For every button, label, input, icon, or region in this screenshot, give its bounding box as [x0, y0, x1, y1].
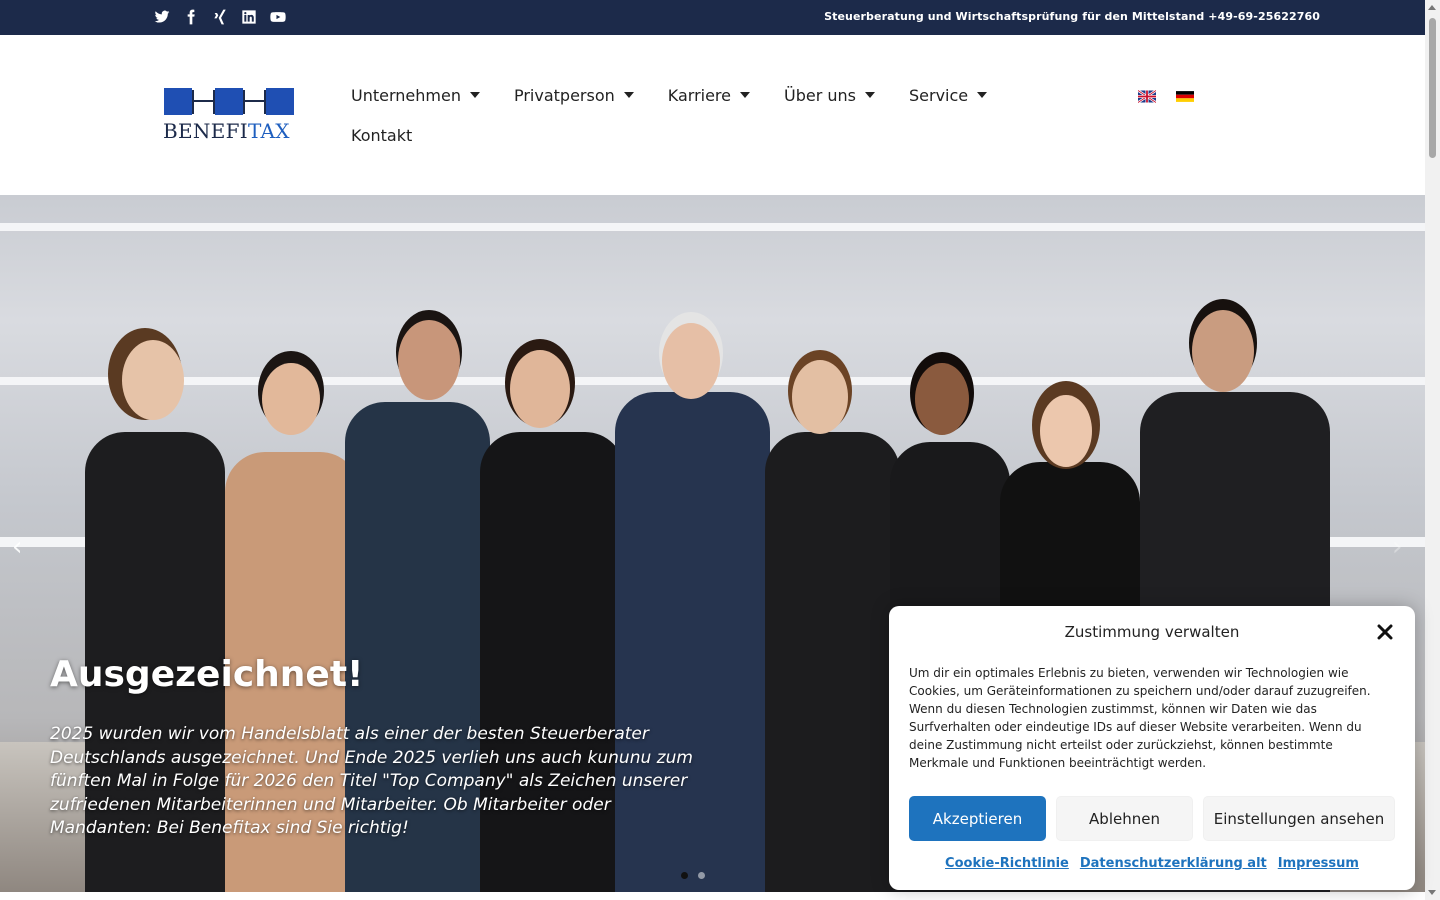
page: Steuerberatung und Wirtschaftsprüfung fü…: [0, 0, 1440, 900]
cookie-dialog-title: Zustimmung verwalten: [1064, 623, 1240, 641]
head: [122, 340, 184, 420]
slider-dot[interactable]: [681, 872, 688, 879]
site-header: BENEFITAX Unternehmen Privatperson Karri…: [0, 35, 1425, 195]
benefitax-logo[interactable]: BENEFITAX: [163, 87, 295, 143]
head: [662, 323, 720, 399]
social-links: [154, 9, 286, 25]
nav-label: Karriere: [667, 85, 731, 105]
logo-text-benefi: BENEFI: [163, 119, 248, 143]
linkedin-icon[interactable]: [241, 9, 257, 25]
view-settings-button[interactable]: Einstellungen ansehen: [1203, 796, 1395, 841]
logo-mark: [164, 88, 294, 115]
nav-label: Unternehmen: [351, 85, 461, 105]
cookie-policy-link[interactable]: Cookie-Richtlinie: [945, 856, 1069, 871]
caret-down-icon: [865, 92, 875, 98]
head: [915, 363, 969, 435]
accept-button[interactable]: Akzeptieren: [909, 796, 1046, 841]
logo-text-tax: TAX: [247, 119, 290, 143]
scrollbar-thumb[interactable]: [1429, 18, 1436, 158]
nav-item-kontakt[interactable]: Kontakt: [351, 126, 412, 145]
youtube-icon[interactable]: [270, 9, 286, 25]
logo-wordmark: BENEFITAX: [163, 119, 290, 143]
head: [1040, 395, 1092, 467]
caret-down-icon: [469, 92, 480, 98]
scroll-down-arrow-icon[interactable]: [1428, 890, 1436, 895]
nav-item-privatperson[interactable]: Privatperson: [514, 86, 634, 105]
person: [765, 432, 900, 892]
close-icon[interactable]: [1375, 622, 1395, 642]
head: [398, 320, 460, 400]
nav-label: Service: [909, 85, 969, 105]
head: [510, 350, 570, 428]
imprint-link[interactable]: Impressum: [1278, 856, 1359, 871]
head: [262, 363, 320, 435]
cookie-dialog-links: Cookie-Richtlinie Datenschutzerklärung a…: [889, 856, 1415, 871]
caret-down-icon: [623, 92, 634, 98]
scroll-up-arrow-icon[interactable]: [1428, 5, 1436, 10]
nav-item-unternehmen[interactable]: Unternehmen: [351, 86, 480, 105]
slider-dot[interactable]: [698, 872, 705, 879]
page-scrollbar[interactable]: [1425, 0, 1440, 900]
hero-title: Ausgezeichnet!: [50, 654, 364, 695]
caret-down-icon: [977, 92, 988, 98]
german-flag-icon[interactable]: [1176, 90, 1194, 103]
cookie-dialog-text: Um dir ein optimales Erlebnis zu bieten,…: [909, 666, 1371, 770]
language-switcher: [1138, 90, 1194, 103]
nav-item-karriere[interactable]: Karriere: [668, 86, 750, 105]
head: [792, 360, 848, 434]
nav-label: Privatperson: [513, 85, 615, 105]
facebook-icon[interactable]: [183, 9, 199, 25]
cookie-consent-dialog: Zustimmung verwalten Um dir ein optimale…: [889, 606, 1415, 890]
twitter-icon[interactable]: [154, 9, 170, 25]
main-navigation: Unternehmen Privatperson Karriere Über u…: [351, 83, 1031, 147]
nav-label: Über uns: [784, 85, 856, 105]
deny-button[interactable]: Ablehnen: [1056, 796, 1193, 841]
ceiling-light: [0, 223, 1425, 231]
slider-next-arrow-icon[interactable]: ›: [1392, 534, 1412, 560]
head: [1192, 310, 1254, 392]
header-tagline: Steuerberatung und Wirtschaftsprüfung fü…: [824, 10, 1320, 23]
top-bar: Steuerberatung und Wirtschaftsprüfung fü…: [0, 0, 1425, 35]
nav-item-ueber-uns[interactable]: Über uns: [784, 86, 875, 105]
nav-item-service[interactable]: Service: [909, 85, 988, 105]
hero-text: 2025 wurden wir vom Handelsblatt als ein…: [50, 724, 693, 838]
caret-down-icon: [740, 92, 750, 98]
english-flag-icon[interactable]: [1138, 90, 1156, 103]
slider-prev-arrow-icon[interactable]: ‹: [12, 534, 32, 560]
slider-pagination: [681, 872, 705, 879]
xing-icon[interactable]: [212, 9, 228, 25]
privacy-policy-link[interactable]: Datenschutzerklärung alt: [1080, 856, 1267, 871]
